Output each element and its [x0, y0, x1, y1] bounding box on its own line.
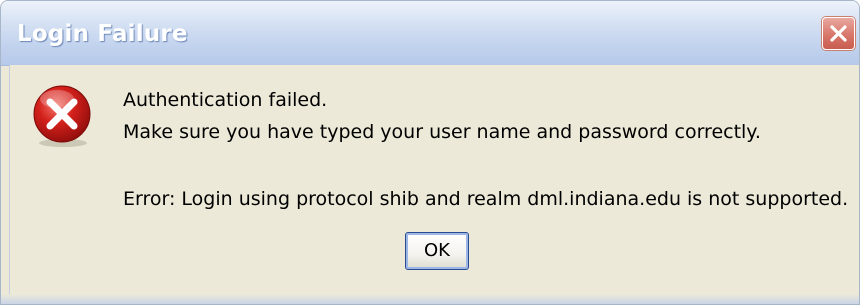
error-icon — [29, 83, 95, 149]
close-button[interactable] — [822, 17, 855, 50]
close-icon — [830, 25, 847, 42]
message-check-credentials: Make sure you have typed your user name … — [123, 121, 761, 143]
window-title: Login Failure — [17, 21, 188, 47]
ok-button[interactable]: OK — [405, 232, 469, 270]
login-failure-dialog: Login Failure Authentication failed. Mak… — [0, 0, 860, 305]
message-authentication-failed: Authentication failed. — [123, 89, 328, 111]
error-detail-text: Error: Login using protocol shib and rea… — [123, 188, 849, 210]
window-bottom-border — [1, 294, 859, 304]
title-bar[interactable]: Login Failure — [1, 1, 859, 66]
